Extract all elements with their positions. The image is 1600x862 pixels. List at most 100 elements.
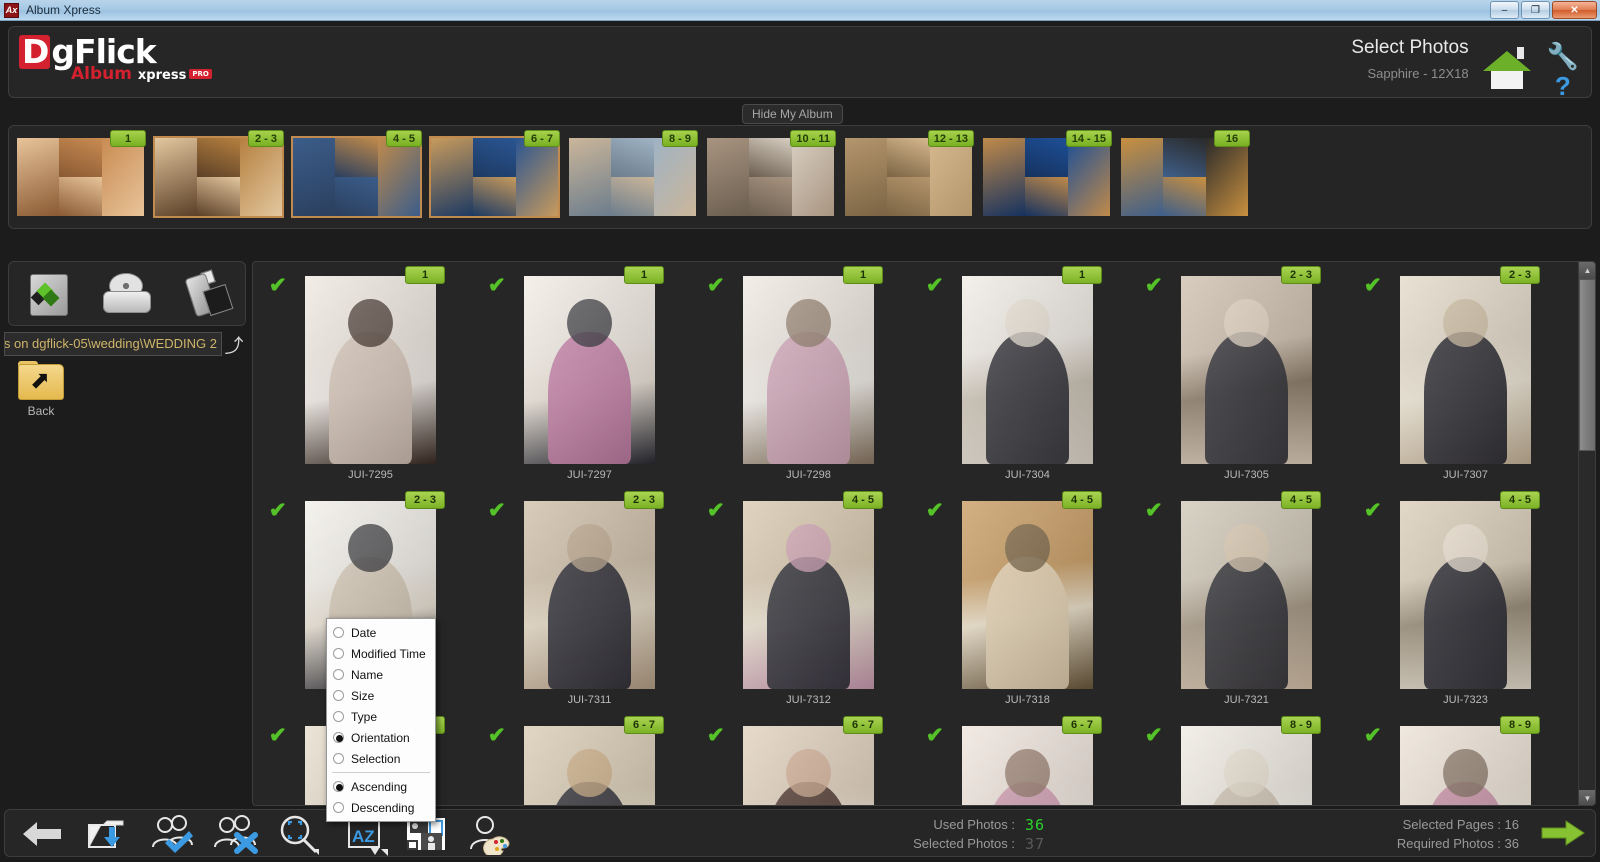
photo-thumbnail[interactable] <box>962 276 1093 464</box>
photo-thumbnail[interactable] <box>962 726 1093 805</box>
path-up-icon[interactable]: ⤴ <box>222 331 246 358</box>
photo-selected-check-icon[interactable]: ✔ <box>926 500 944 521</box>
zoom-button[interactable] <box>275 813 321 855</box>
sort-option-name[interactable]: Name <box>327 664 435 685</box>
photo-thumbnail[interactable] <box>524 501 655 689</box>
scroll-up-arrow[interactable]: ▲ <box>1579 262 1595 279</box>
photo-selected-check-icon[interactable]: ✔ <box>488 725 506 746</box>
photo-cell[interactable]: ✔ 6 - 7 <box>480 716 699 805</box>
photo-selected-check-icon[interactable]: ✔ <box>707 275 725 296</box>
photo-cell[interactable]: ✔ 2 - 3 JUI-7307 <box>1356 266 1575 493</box>
photo-cell[interactable]: ✔ 1 JUI-7295 <box>261 266 480 493</box>
photo-cell[interactable]: ✔ 2 - 3 JUI-7305 <box>1137 266 1356 493</box>
photo-thumbnail[interactable] <box>962 501 1093 689</box>
album-page-thumb[interactable]: 14 - 15 <box>983 130 1112 216</box>
photo-selected-check-icon[interactable]: ✔ <box>926 275 944 296</box>
photo-thumbnail[interactable] <box>524 276 655 464</box>
photo-selected-check-icon[interactable]: ✔ <box>269 725 287 746</box>
photo-cell[interactable]: ✔ 6 - 7 <box>918 716 1137 805</box>
sort-option-date[interactable]: Date <box>327 622 435 643</box>
sort-option-type[interactable]: Type <box>327 706 435 727</box>
question-mark-icon[interactable]: ? <box>1555 71 1571 101</box>
sort-option-modified-time[interactable]: Modified Time <box>327 643 435 664</box>
scroll-down-arrow[interactable]: ▼ <box>1579 790 1595 805</box>
photo-thumbnail[interactable] <box>743 726 874 805</box>
photo-cell[interactable]: ✔ 4 - 5 JUI-7312 <box>699 491 918 718</box>
home-icon[interactable] <box>1482 47 1531 89</box>
sort-dropdown-menu[interactable]: Date Modified Time Name Size Type Orientation… <box>326 618 436 822</box>
album-page-thumb[interactable]: 4 - 5 <box>291 130 422 218</box>
photo-page-badge: 2 - 3 <box>1500 266 1540 284</box>
album-page-thumb[interactable]: 2 - 3 <box>153 130 284 218</box>
photo-thumbnail[interactable] <box>1400 726 1531 805</box>
hide-my-album-button[interactable]: Hide My Album <box>742 104 843 124</box>
next-button[interactable] <box>1540 819 1586 847</box>
sort-option-selection[interactable]: Selection <box>327 748 435 769</box>
photo-selected-check-icon[interactable]: ✔ <box>1364 500 1382 521</box>
photo-thumbnail[interactable] <box>1400 276 1531 464</box>
photo-cell[interactable]: ✔ 1 JUI-7304 <box>918 266 1137 493</box>
sort-option-orientation[interactable]: Orientation <box>327 727 435 748</box>
album-page-thumb[interactable]: 6 - 7 <box>429 130 560 218</box>
photo-thumbnail[interactable] <box>743 501 874 689</box>
photo-selected-check-icon[interactable]: ✔ <box>1145 500 1163 521</box>
sort-option-label: Selection <box>351 751 401 766</box>
photo-selected-check-icon[interactable]: ✔ <box>707 725 725 746</box>
cd-drive-icon[interactable] <box>97 269 157 319</box>
photo-selected-check-icon[interactable]: ✔ <box>269 500 287 521</box>
minimize-button[interactable]: – <box>1490 1 1519 19</box>
photo-thumbnail[interactable] <box>1181 276 1312 464</box>
photo-cell[interactable]: ✔ 1 JUI-7297 <box>480 266 699 493</box>
close-button[interactable]: ✕ <box>1552 1 1597 19</box>
photo-selected-check-icon[interactable]: ✔ <box>1364 275 1382 296</box>
photo-thumbnail[interactable] <box>524 726 655 805</box>
hard-disk-icon[interactable] <box>18 269 78 319</box>
album-page-badge: 4 - 5 <box>386 130 422 147</box>
photo-cell[interactable]: ✔ 8 - 9 <box>1137 716 1356 805</box>
add-folder-button[interactable] <box>83 813 129 855</box>
usb-drive-icon[interactable] <box>176 268 236 319</box>
deselect-all-button[interactable] <box>211 813 258 855</box>
wrench-icon[interactable]: 🔧 <box>1547 41 1579 71</box>
photo-selected-check-icon[interactable]: ✔ <box>926 725 944 746</box>
photo-counters: Used Photos : 36 Selected Photos : 37 <box>865 815 1065 853</box>
photo-thumbnail[interactable] <box>1181 501 1312 689</box>
used-photos-label: Used Photos : <box>933 817 1015 832</box>
photo-cell[interactable]: ✔ 4 - 5 JUI-7321 <box>1137 491 1356 718</box>
photo-thumbnail[interactable] <box>1400 501 1531 689</box>
photo-cell[interactable]: ✔ 8 - 9 <box>1356 716 1575 805</box>
people-check-icon <box>152 815 193 853</box>
photo-selected-check-icon[interactable]: ✔ <box>1364 725 1382 746</box>
face-detect-button[interactable] <box>467 813 513 858</box>
album-page-thumb[interactable]: 12 - 13 <box>845 130 974 216</box>
photo-selected-check-icon[interactable]: ✔ <box>488 275 506 296</box>
photo-cell[interactable]: ✔ 2 - 3 JUI-7311 <box>480 491 699 718</box>
restore-button[interactable]: ❐ <box>1521 1 1550 19</box>
photo-cell[interactable]: ✔ 4 - 5 JUI-7318 <box>918 491 1137 718</box>
photo-selected-check-icon[interactable]: ✔ <box>707 500 725 521</box>
scrollbar-thumb[interactable] <box>1579 279 1595 451</box>
photo-selected-check-icon[interactable]: ✔ <box>1145 725 1163 746</box>
back-button[interactable] <box>19 813 65 855</box>
album-page-thumb[interactable]: 10 - 11 <box>707 130 836 216</box>
sort-option-ascending[interactable]: Ascending <box>327 776 435 797</box>
album-page-thumb[interactable]: 16 <box>1121 130 1250 216</box>
select-all-button[interactable] <box>147 813 193 855</box>
photo-cell[interactable]: ✔ 4 - 5 JUI-7323 <box>1356 491 1575 718</box>
album-page-thumb[interactable]: 1 <box>17 130 146 216</box>
album-page-thumb[interactable]: 8 - 9 <box>569 130 698 216</box>
current-path-field[interactable]: jes on dgflick-05\wedding\WEDDING 2\ <box>4 332 222 356</box>
sort-option-descending[interactable]: Descending <box>327 797 435 818</box>
photo-cell[interactable]: ✔ 6 - 7 <box>699 716 918 805</box>
photo-cell[interactable]: ✔ 1 JUI-7298 <box>699 266 918 493</box>
photo-selected-check-icon[interactable]: ✔ <box>1145 275 1163 296</box>
photo-selected-check-icon[interactable]: ✔ <box>488 500 506 521</box>
sort-option-size[interactable]: Size <box>327 685 435 706</box>
photo-thumbnail[interactable] <box>1181 726 1312 805</box>
photo-thumbnail[interactable] <box>743 276 874 464</box>
radio-icon <box>333 732 344 743</box>
folder-back-item[interactable]: ⬈ Back <box>10 361 72 418</box>
photo-selected-check-icon[interactable]: ✔ <box>269 275 287 296</box>
grid-scrollbar[interactable]: ▲ ▼ <box>1578 262 1595 805</box>
photo-thumbnail[interactable] <box>305 276 436 464</box>
